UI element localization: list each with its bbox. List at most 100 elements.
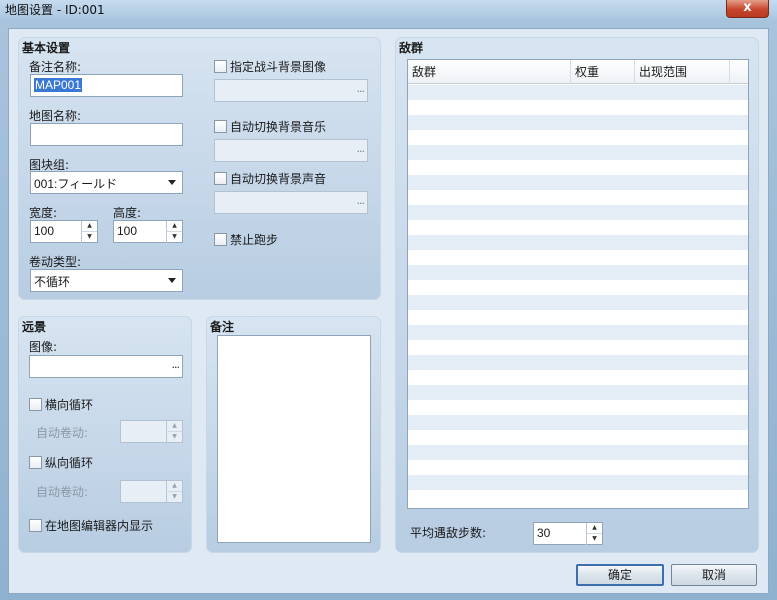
parallax-image-label: 图像: (29, 340, 58, 354)
auto-scroll-stepper-2[interactable]: ▲ ▼ (120, 480, 183, 503)
height-value: 100 (117, 224, 138, 238)
chevron-down-icon (168, 278, 176, 283)
spin-up-icon[interactable]: ▲ (166, 421, 182, 432)
basic-settings-group: 基本设置 备注名称: MAP001 地图名称: 图块组: 001:フィールド 宽… (18, 37, 381, 300)
spin-up-icon[interactable]: ▲ (586, 523, 602, 534)
loop-horizontal-checkbox[interactable] (29, 398, 42, 411)
encounter-steps-stepper[interactable]: 30 ▲ ▼ (533, 522, 603, 545)
table-row[interactable] (408, 355, 748, 370)
loop-vertical-checkbox[interactable] (29, 456, 42, 469)
table-row[interactable] (408, 475, 748, 490)
table-row[interactable] (408, 175, 748, 190)
column-header-troop[interactable]: 敌群 (408, 60, 571, 84)
bgs-checkbox[interactable] (214, 172, 227, 185)
bgm-checkbox[interactable] (214, 120, 227, 133)
note-textarea[interactable] (217, 335, 371, 543)
disable-dash-checkbox[interactable] (214, 233, 227, 246)
column-header-weight[interactable]: 权重 (571, 60, 635, 84)
tileset-value: 001:フィールド (34, 177, 118, 191)
width-stepper[interactable]: 100 ▲ ▼ (30, 220, 98, 243)
bgs-field[interactable]: ... (214, 191, 368, 214)
table-row[interactable] (408, 415, 748, 430)
height-stepper[interactable]: 100 ▲ ▼ (113, 220, 183, 243)
table-row[interactable] (408, 205, 748, 220)
table-row[interactable] (408, 310, 748, 325)
table-row[interactable] (408, 385, 748, 400)
show-in-editor-label: 在地图编辑器内显示 (45, 519, 154, 533)
table-row[interactable] (408, 430, 748, 445)
table-row[interactable] (408, 85, 748, 100)
spin-up-icon[interactable]: ▲ (81, 221, 97, 232)
table-row[interactable] (408, 115, 748, 130)
battleback-checkbox[interactable] (214, 60, 227, 73)
table-row[interactable] (408, 490, 748, 505)
note-group: 备注 (206, 316, 381, 553)
spin-down-icon[interactable]: ▼ (166, 232, 182, 243)
troop-list-header: 敌群 权重 出现范围 (408, 60, 748, 84)
spin-up-icon[interactable]: ▲ (166, 481, 182, 492)
table-row[interactable] (408, 250, 748, 265)
show-in-editor-checkbox[interactable] (29, 519, 42, 532)
table-row[interactable] (408, 190, 748, 205)
table-row[interactable] (408, 130, 748, 145)
close-button[interactable]: x (726, 0, 769, 18)
ok-button[interactable]: 确定 (576, 564, 664, 586)
width-label: 宽度: (29, 206, 58, 220)
map-name-label: 地图名称: (29, 109, 82, 123)
table-row[interactable] (408, 370, 748, 385)
map-settings-window: 地图设置 - ID:001 x 基本设置 备注名称: MAP001 地图名称: … (0, 0, 777, 600)
encounter-steps-value: 30 (537, 526, 551, 540)
table-row[interactable] (408, 145, 748, 160)
parallax-image-field[interactable]: ... (29, 355, 183, 378)
table-row[interactable] (408, 400, 748, 415)
table-row[interactable] (408, 445, 748, 460)
table-row[interactable] (408, 460, 748, 475)
auto-scroll-stepper-1[interactable]: ▲ ▼ (120, 420, 183, 443)
disable-dash-label: 禁止跑步 (230, 233, 279, 247)
map-name-field[interactable] (30, 123, 183, 146)
table-row[interactable] (408, 235, 748, 250)
ellipsis-icon[interactable]: ... (357, 142, 365, 155)
table-row[interactable] (408, 100, 748, 115)
table-row[interactable] (408, 280, 748, 295)
troop-list[interactable]: 敌群 权重 出现范围 (407, 59, 749, 509)
spin-down-icon[interactable]: ▼ (166, 432, 182, 443)
display-name-value: MAP001 (34, 78, 83, 92)
width-value: 100 (34, 224, 55, 238)
bgm-field[interactable]: ... (214, 139, 368, 162)
spin-down-icon[interactable]: ▼ (586, 534, 602, 545)
parallax-title: 远景 (22, 320, 47, 334)
table-row[interactable] (408, 295, 748, 310)
table-row[interactable] (408, 325, 748, 340)
battleback-field[interactable]: ... (214, 79, 368, 102)
scroll-type-dropdown[interactable]: 不循环 (30, 269, 183, 292)
table-row[interactable] (408, 220, 748, 235)
bgm-label: 自动切换背景音乐 (230, 120, 327, 134)
ellipsis-icon[interactable]: ... (357, 82, 365, 95)
spin-up-icon[interactable]: ▲ (166, 221, 182, 232)
table-row[interactable] (408, 340, 748, 355)
chevron-down-icon (168, 180, 176, 185)
tileset-dropdown[interactable]: 001:フィールド (30, 171, 183, 194)
parallax-group: 远景 图像: ... 横向循环 自动卷动: ▲ ▼ 纵向循环 自动卷动: ▲ ▼… (18, 316, 192, 553)
scroll-type-label: 卷动类型: (29, 255, 82, 269)
loop-vertical-label: 纵向循环 (45, 456, 94, 470)
display-name-field[interactable]: MAP001 (30, 74, 183, 97)
spin-down-icon[interactable]: ▼ (81, 232, 97, 243)
dialog-client: 基本设置 备注名称: MAP001 地图名称: 图块组: 001:フィールド 宽… (8, 28, 769, 594)
window-title: 地图设置 - ID:001 (5, 3, 105, 17)
height-label: 高度: (113, 206, 142, 220)
spin-down-icon[interactable]: ▼ (166, 492, 182, 503)
column-header-range[interactable]: 出现范围 (635, 60, 730, 84)
ellipsis-icon[interactable]: ... (357, 194, 365, 207)
ellipsis-icon[interactable]: ... (172, 358, 180, 371)
auto-scroll-label-2: 自动卷动: (36, 485, 89, 499)
basic-settings-title: 基本设置 (22, 41, 71, 55)
troop-list-rows (408, 85, 748, 505)
encounter-steps-label: 平均遇敌步数: (410, 526, 487, 540)
encounters-title: 敌群 (399, 41, 424, 55)
cancel-button[interactable]: 取消 (671, 564, 757, 586)
bgs-label: 自动切换背景声音 (230, 172, 327, 186)
table-row[interactable] (408, 160, 748, 175)
table-row[interactable] (408, 265, 748, 280)
